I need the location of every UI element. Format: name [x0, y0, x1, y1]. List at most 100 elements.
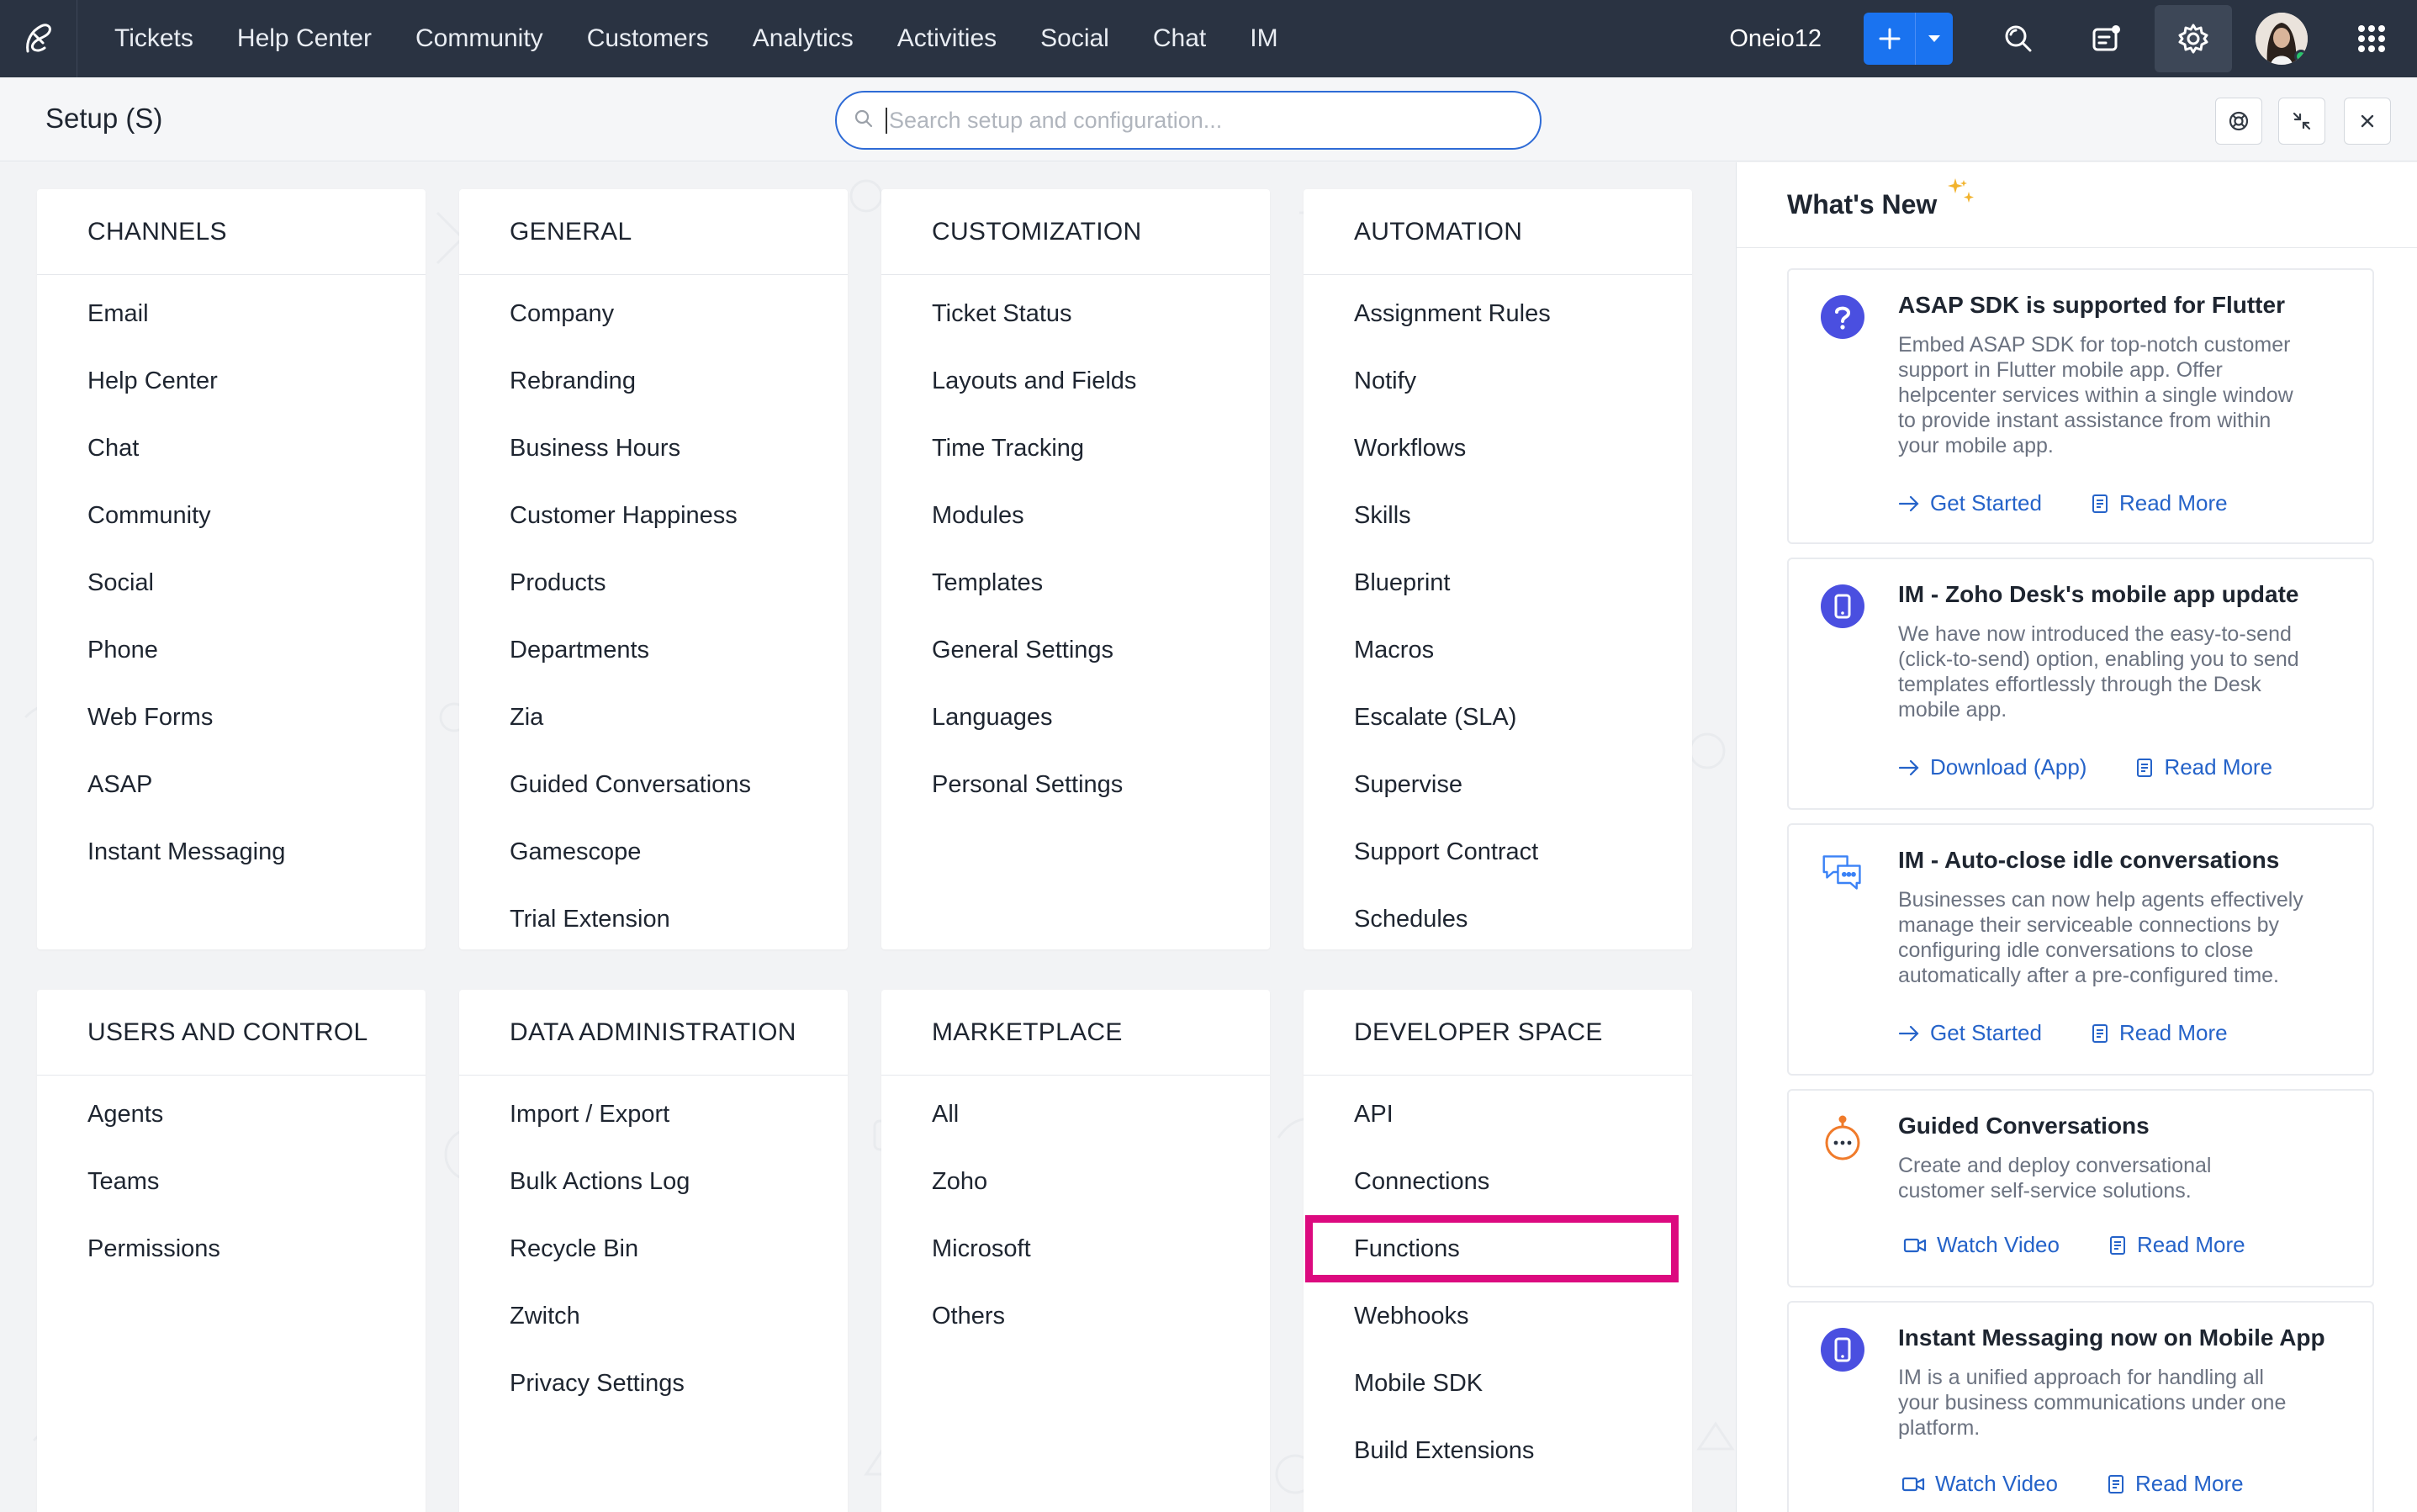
setup-link-guided-conversations[interactable]: Guided Conversations: [459, 751, 848, 818]
news-card: Guided Conversations Create and deploy c…: [1787, 1089, 2374, 1287]
setup-link-time-tracking[interactable]: Time Tracking: [881, 415, 1270, 482]
setup-link-webhooks[interactable]: Webhooks: [1304, 1282, 1692, 1350]
setup-link-languages[interactable]: Languages: [881, 684, 1270, 751]
nav-tab-activities[interactable]: Activities: [875, 0, 1018, 77]
read-more-link[interactable]: Read More: [2107, 1471, 2244, 1497]
read-more-link[interactable]: Read More: [2091, 1020, 2228, 1046]
setup-link-rebranding[interactable]: Rebranding: [459, 347, 848, 415]
setup-link-macros[interactable]: Macros: [1304, 616, 1692, 684]
online-status-dot: [2294, 50, 2308, 63]
setup-link-others[interactable]: Others: [881, 1282, 1270, 1350]
setup-link-supervise[interactable]: Supervise: [1304, 751, 1692, 818]
setup-link-privacy-settings[interactable]: Privacy Settings: [459, 1350, 848, 1417]
notes-icon[interactable]: [2062, 0, 2150, 77]
setup-link-personal-settings[interactable]: Personal Settings: [881, 751, 1270, 818]
setup-link-layouts-and-fields[interactable]: Layouts and Fields: [881, 347, 1270, 415]
avatar[interactable]: [2256, 13, 2308, 65]
apps-grid-icon[interactable]: [2326, 0, 2417, 77]
setup-link-import-export[interactable]: Import / Export: [459, 1081, 848, 1148]
setup-link-blueprint[interactable]: Blueprint: [1304, 549, 1692, 616]
setup-link-mobile-sdk[interactable]: Mobile SDK: [1304, 1350, 1692, 1417]
nav-tab-customers[interactable]: Customers: [565, 0, 731, 77]
setup-link-business-hours[interactable]: Business Hours: [459, 415, 848, 482]
nav-tab-analytics[interactable]: Analytics: [731, 0, 875, 77]
setup-link-zwitch[interactable]: Zwitch: [459, 1282, 848, 1350]
setup-link-workflows[interactable]: Workflows: [1304, 415, 1692, 482]
plus-icon[interactable]: [1864, 13, 1916, 65]
setup-link-schedules[interactable]: Schedules: [1304, 886, 1692, 953]
setup-link-api[interactable]: API: [1304, 1081, 1692, 1148]
nav-tab-tickets[interactable]: Tickets: [93, 0, 215, 77]
bot-icon: [1821, 1115, 1864, 1160]
setup-link-gamescope[interactable]: Gamescope: [459, 818, 848, 886]
watch-video-link[interactable]: Watch Video: [1903, 1232, 2060, 1258]
chat-bubbles-icon: [1821, 850, 1864, 894]
setup-link-connections[interactable]: Connections: [1304, 1148, 1692, 1215]
setup-link-templates[interactable]: Templates: [881, 549, 1270, 616]
setup-search-input[interactable]: [886, 107, 1508, 134]
setup-link-notify[interactable]: Notify: [1304, 347, 1692, 415]
download-app-link[interactable]: Download (App): [1898, 754, 2086, 780]
setup-link-phone[interactable]: Phone: [37, 616, 426, 684]
section-customization: CUSTOMIZATION Ticket Status Layouts and …: [881, 189, 1270, 949]
section-general: GENERAL Company Rebranding Business Hour…: [459, 189, 848, 949]
setup-link-build-extensions[interactable]: Build Extensions: [1304, 1417, 1692, 1484]
setup-link-community[interactable]: Community: [37, 482, 426, 549]
setup-link-chat[interactable]: Chat: [37, 415, 426, 482]
get-started-link[interactable]: Get Started: [1898, 1020, 2042, 1046]
setup-link-zoho[interactable]: Zoho: [881, 1148, 1270, 1215]
setup-link-escalate-sla[interactable]: Escalate (SLA): [1304, 684, 1692, 751]
setup-link-agents[interactable]: Agents: [37, 1081, 426, 1148]
setup-link-skills[interactable]: Skills: [1304, 482, 1692, 549]
setup-link-teams[interactable]: Teams: [37, 1148, 426, 1215]
nav-tab-community[interactable]: Community: [394, 0, 565, 77]
setup-link-recycle-bin[interactable]: Recycle Bin: [459, 1215, 848, 1282]
mobile-icon: [1821, 584, 1864, 628]
setup-link-functions[interactable]: Functions: [1305, 1215, 1679, 1282]
search-icon[interactable]: [1975, 0, 2062, 77]
setup-link-help-center[interactable]: Help Center: [37, 347, 426, 415]
setup-link-email[interactable]: Email: [37, 280, 426, 347]
setup-link-instant-messaging[interactable]: Instant Messaging: [37, 818, 426, 886]
setup-link-company[interactable]: Company: [459, 280, 848, 347]
setup-link-departments[interactable]: Departments: [459, 616, 848, 684]
setup-link-all[interactable]: All: [881, 1081, 1270, 1148]
setup-link-asap[interactable]: ASAP: [37, 751, 426, 818]
nav-tab-help-center[interactable]: Help Center: [215, 0, 394, 77]
news-card: IM - Zoho Desk's mobile app update We ha…: [1787, 558, 2374, 810]
setup-link-microsoft[interactable]: Microsoft: [881, 1215, 1270, 1282]
setup-link-assignment-rules[interactable]: Assignment Rules: [1304, 280, 1692, 347]
setup-link-support-contract[interactable]: Support Contract: [1304, 818, 1692, 886]
support-lifebuoy-icon[interactable]: [2215, 98, 2262, 145]
setup-link-bulk-actions-log[interactable]: Bulk Actions Log: [459, 1148, 848, 1215]
collapse-icon[interactable]: [2278, 98, 2325, 145]
get-started-link[interactable]: Get Started: [1898, 490, 2042, 516]
zoho-desk-logo-icon[interactable]: [0, 0, 77, 77]
setup-link-permissions[interactable]: Permissions: [37, 1215, 426, 1282]
nav-tab-im[interactable]: IM: [1228, 0, 1299, 77]
setup-link-web-forms[interactable]: Web Forms: [37, 684, 426, 751]
gear-icon[interactable]: [2155, 5, 2232, 72]
watch-video-link[interactable]: Watch Video: [1901, 1471, 2058, 1497]
account-name[interactable]: Oneio12: [1729, 25, 1822, 53]
setup-sections-area: CHANNELS Email Help Center Chat Communit…: [0, 162, 1736, 1512]
section-users-and-control: USERS AND CONTROL Agents Teams Permissio…: [37, 990, 426, 1512]
arrow-right-icon: [1898, 1025, 1919, 1041]
read-more-link[interactable]: Read More: [2135, 754, 2272, 780]
news-title: Guided Conversations: [1898, 1113, 2150, 1139]
setup-link-customer-happiness[interactable]: Customer Happiness: [459, 482, 848, 549]
nav-tab-social[interactable]: Social: [1018, 0, 1131, 77]
read-more-link[interactable]: Read More: [2108, 1232, 2245, 1258]
caret-down-icon[interactable]: [1916, 13, 1953, 65]
close-icon[interactable]: [2344, 98, 2391, 145]
setup-link-products[interactable]: Products: [459, 549, 848, 616]
setup-link-ticket-status[interactable]: Ticket Status: [881, 280, 1270, 347]
read-more-link[interactable]: Read More: [2091, 490, 2228, 516]
setup-link-social[interactable]: Social: [37, 549, 426, 616]
setup-link-zia[interactable]: Zia: [459, 684, 848, 751]
setup-link-general-settings[interactable]: General Settings: [881, 616, 1270, 684]
nav-tab-chat[interactable]: Chat: [1131, 0, 1228, 77]
setup-link-modules[interactable]: Modules: [881, 482, 1270, 549]
setup-link-trial-extension[interactable]: Trial Extension: [459, 886, 848, 953]
setup-search-box[interactable]: [835, 91, 1542, 150]
